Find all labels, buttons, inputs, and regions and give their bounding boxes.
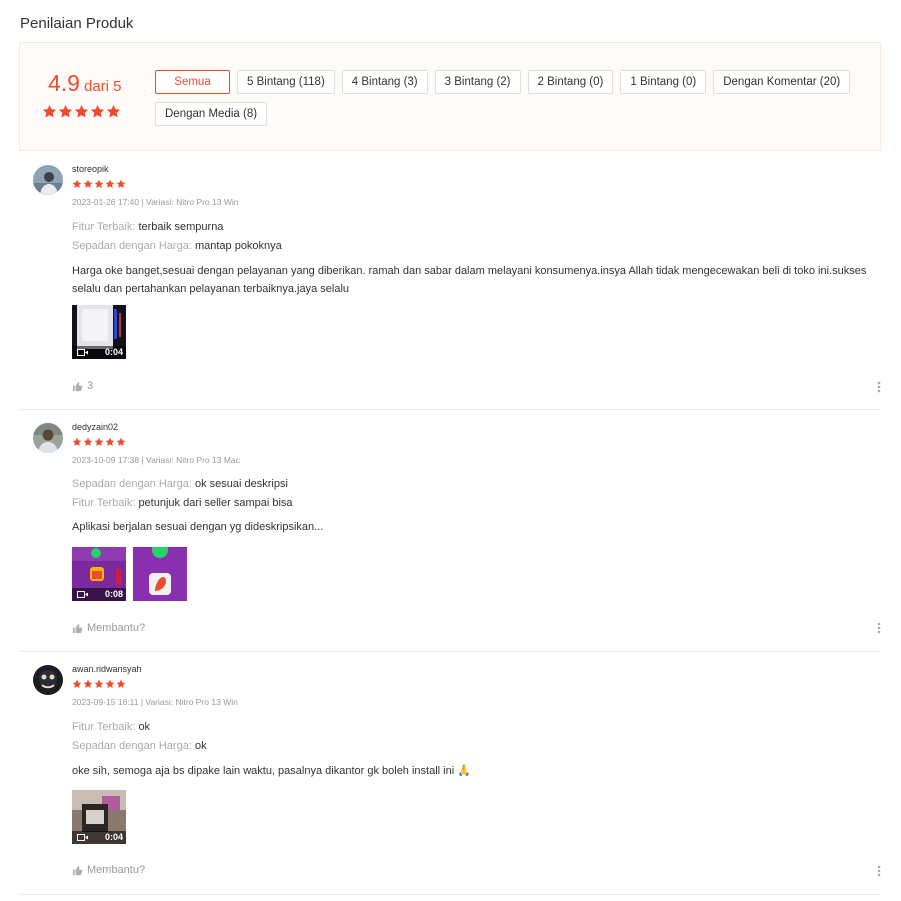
- filter-4-stars[interactable]: 4 Bintang (3): [341, 70, 428, 94]
- avatar[interactable]: [33, 165, 63, 195]
- image-thumbnail[interactable]: [133, 547, 187, 601]
- page-title: Penilaian Produk: [20, 15, 134, 32]
- video-camera-icon: [77, 349, 88, 356]
- thumbs-up-icon: [72, 381, 83, 391]
- more-vertical-icon[interactable]: [877, 381, 881, 393]
- overall-stars: [42, 104, 121, 119]
- review-media: 0:04: [72, 305, 126, 359]
- review-media: 0:08: [72, 547, 187, 601]
- star-icon: [94, 437, 104, 446]
- more-vertical-icon[interactable]: [877, 865, 881, 877]
- star-icon: [90, 104, 105, 118]
- reviewer-username[interactable]: dedyzain02: [72, 422, 118, 432]
- star-icon: [72, 179, 82, 188]
- field-label: Sepadan dengan Harga:: [72, 478, 192, 490]
- avatar[interactable]: [33, 423, 63, 453]
- review-field: Fitur Terbaik: petunjuk dari seller samp…: [72, 497, 293, 509]
- review-item: storeopik 2023-01-26 17:40 | Variasi: Ni…: [19, 152, 881, 410]
- review-media: 0:04: [72, 790, 126, 844]
- review-field: Sepadan dengan Harga: ok: [72, 740, 207, 752]
- field-value: petunjuk dari seller sampai bisa: [138, 497, 293, 509]
- review-meta: 2023-01-26 17:40 | Variasi: Nitro Pro 13…: [72, 197, 239, 207]
- overall-score: 4.9 dari 5: [48, 70, 122, 97]
- star-icon: [106, 104, 121, 118]
- review-comment: Aplikasi berjalan sesuai dengan yg dides…: [72, 521, 324, 533]
- video-camera-icon: [77, 591, 88, 598]
- field-label: Fitur Terbaik:: [72, 497, 136, 509]
- star-icon: [72, 437, 82, 446]
- reviewer-username[interactable]: awan.ridwansyah: [72, 664, 142, 674]
- review-meta: 2023-09-15 16:11 | Variasi: Nitro Pro 13…: [72, 697, 238, 707]
- video-duration: 0:04: [104, 347, 123, 357]
- field-value: terbaik sempurna: [138, 221, 224, 233]
- video-thumbnail[interactable]: 0:08: [72, 547, 126, 601]
- more-vertical-icon[interactable]: [877, 622, 881, 634]
- star-icon: [83, 679, 93, 688]
- review-stars: [72, 679, 126, 689]
- like-count: 3: [87, 380, 94, 392]
- star-icon: [105, 679, 115, 688]
- field-value: ok: [194, 740, 207, 752]
- score-value: 4.9: [48, 70, 80, 96]
- star-icon: [116, 179, 126, 188]
- review-comment: Harga oke banget,sesuai dengan pelayanan…: [72, 265, 867, 295]
- avatar[interactable]: [33, 665, 63, 695]
- field-label: Fitur Terbaik:: [72, 221, 136, 233]
- review-stars: [72, 179, 126, 189]
- star-icon: [72, 679, 82, 688]
- filter-1-star[interactable]: 1 Bintang (0): [620, 70, 707, 94]
- like-button[interactable]: 3: [72, 380, 93, 392]
- filter-2-stars[interactable]: 2 Bintang (0): [527, 70, 614, 94]
- star-icon: [116, 437, 126, 446]
- star-icon: [116, 679, 126, 688]
- reviewer-username[interactable]: storeopik: [72, 164, 109, 174]
- rating-filters: Semua 5 Bintang (118) 4 Bintang (3) 3 Bi…: [155, 70, 875, 126]
- video-duration: 0:08: [104, 589, 123, 599]
- field-label: Sepadan dengan Harga:: [72, 740, 192, 752]
- review-comment: oke sih, semoga aja bs dipake lain waktu…: [72, 765, 471, 777]
- helpful-label: Membantu?: [87, 622, 146, 634]
- helpful-button[interactable]: Membantu?: [72, 622, 145, 634]
- review-field: Fitur Terbaik: terbaik sempurna: [72, 221, 223, 233]
- star-icon: [105, 437, 115, 446]
- filter-with-media[interactable]: Dengan Media (8): [155, 102, 268, 126]
- review-stars: [72, 437, 126, 447]
- star-icon: [105, 179, 115, 188]
- thumbs-up-icon: [72, 623, 83, 633]
- video-thumbnail[interactable]: 0:04: [72, 305, 126, 359]
- star-icon: [83, 179, 93, 188]
- video-camera-icon: [77, 834, 88, 841]
- helpful-label: Membantu?: [87, 864, 146, 876]
- rating-overview: 4.9 dari 5 Semua 5 Bintang (118) 4 Bintan…: [19, 42, 881, 151]
- filter-with-comment[interactable]: Dengan Komentar (20): [713, 70, 851, 94]
- star-icon: [58, 104, 73, 118]
- field-value: mantap pokoknya: [194, 240, 282, 252]
- review-meta: 2023-10-09 17:38 | Variasi: Nitro Pro 13…: [72, 455, 240, 465]
- star-icon: [42, 104, 57, 118]
- field-value: ok sesuai deskripsi: [194, 478, 288, 490]
- video-thumbnail[interactable]: 0:04: [72, 790, 126, 844]
- star-icon: [74, 104, 89, 118]
- review-item: awan.ridwansyah 2023-09-15 16:11 | Varia…: [19, 652, 881, 895]
- review-field: Sepadan dengan Harga: mantap pokoknya: [72, 240, 282, 252]
- field-label: Sepadan dengan Harga:: [72, 240, 192, 252]
- video-duration: 0:04: [104, 832, 123, 842]
- field-value: ok: [138, 721, 151, 733]
- review-field: Fitur Terbaik: ok: [72, 721, 150, 733]
- helpful-button[interactable]: Membantu?: [72, 864, 145, 876]
- field-label: Fitur Terbaik:: [72, 721, 136, 733]
- score-suffix: dari 5: [83, 78, 122, 95]
- thumbs-up-icon: [72, 865, 83, 875]
- filter-3-stars[interactable]: 3 Bintang (2): [434, 70, 521, 94]
- filter-all[interactable]: Semua: [155, 70, 230, 94]
- filter-5-stars[interactable]: 5 Bintang (118): [237, 70, 335, 94]
- review-field: Sepadan dengan Harga: ok sesuai deskrips…: [72, 478, 288, 490]
- star-icon: [94, 179, 104, 188]
- star-icon: [94, 679, 104, 688]
- review-item: dedyzain02 2023-10-09 17:38 | Variasi: N…: [19, 410, 881, 652]
- star-icon: [83, 437, 93, 446]
